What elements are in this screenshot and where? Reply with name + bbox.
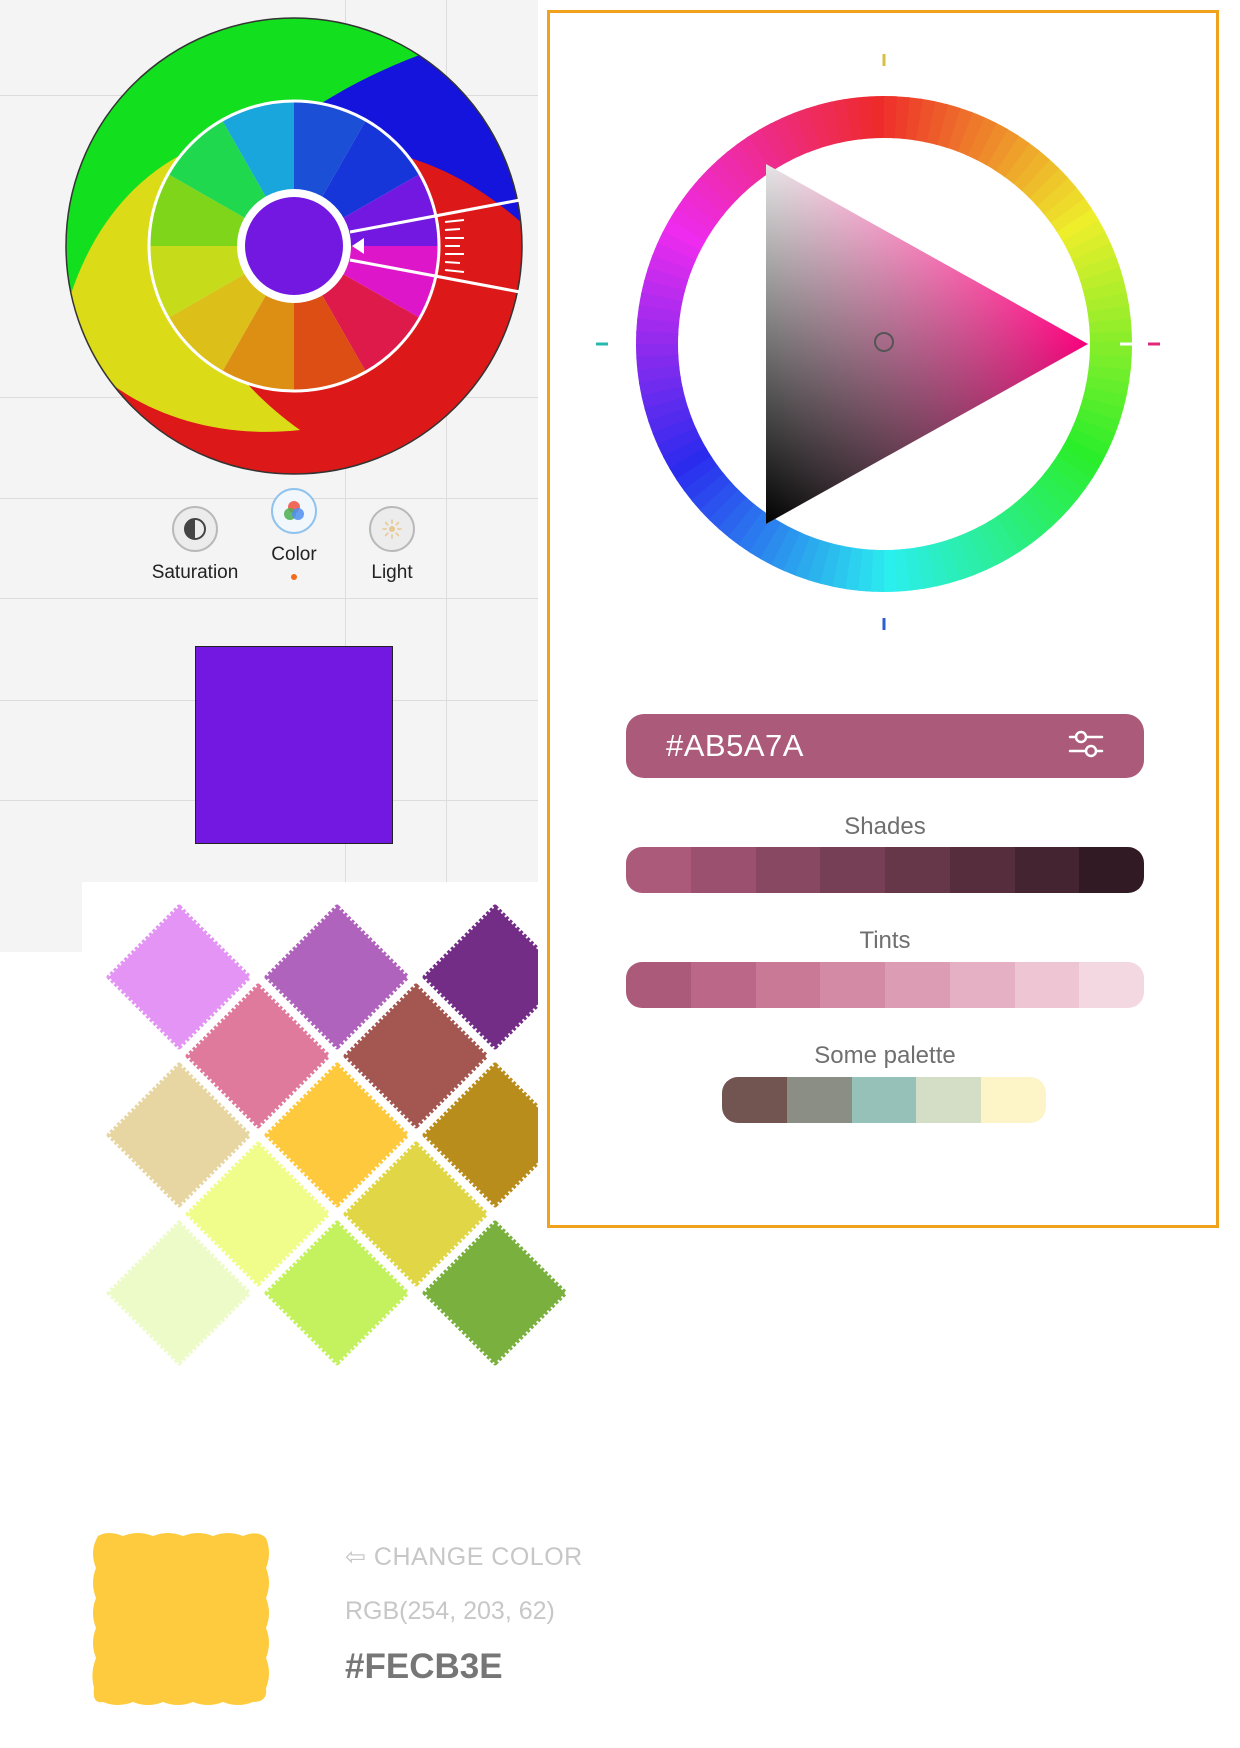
palette-swatch[interactable] [916,1077,982,1123]
tint-swatch[interactable] [626,962,691,1008]
tint-swatch[interactable] [1014,962,1080,1008]
light-label: Light [371,562,413,583]
sliders-icon[interactable] [1068,728,1104,765]
saturation-mode-button[interactable]: Saturation [145,506,245,584]
tints-row[interactable] [626,962,1144,1008]
hex-value[interactable]: #AB5A7A [666,728,804,764]
contrast-icon [172,506,218,552]
selected-swatch [92,1533,270,1705]
palette-swatch[interactable] [851,1077,917,1123]
light-mode-button[interactable]: Light [342,506,442,584]
palette-swatch[interactable] [722,1077,787,1123]
color-mode-button[interactable]: Color [244,488,344,580]
back-arrow-icon: ⇦ [345,1543,367,1571]
tint-swatch[interactable] [755,962,821,1008]
hue-wheel[interactable] [60,10,540,490]
tint-swatch[interactable] [1079,962,1144,1008]
palette-row[interactable] [722,1077,1046,1123]
saturation-label: Saturation [151,562,239,583]
palette-swatch[interactable] [786,1077,852,1123]
shade-swatch[interactable] [690,847,756,893]
shade-swatch[interactable] [949,847,1015,893]
palette-heading: Some palette [814,1042,956,1069]
shade-swatch[interactable] [755,847,821,893]
change-color-link[interactable]: ⇦ CHANGE COLOR [345,1542,583,1572]
shade-swatch[interactable] [1014,847,1080,893]
shade-swatch[interactable] [1079,847,1144,893]
selected-color-preview [195,646,393,844]
shades-row[interactable] [626,847,1144,893]
palette-swatch[interactable] [981,1077,1046,1123]
tint-swatch[interactable] [820,962,885,1008]
grid-line [0,598,538,599]
hex-value-bar[interactable]: #AB5A7A [626,714,1144,778]
rgb-value: RGB(254, 203, 62) [345,1597,555,1625]
selected-color-dot [245,197,343,295]
shade-swatch[interactable] [885,847,950,893]
change-color-label: CHANGE COLOR [373,1543,583,1571]
tint-swatch[interactable] [690,962,756,1008]
sun-icon [369,506,415,552]
hue-ring-picker[interactable] [590,48,1180,638]
tints-heading: Tints [859,927,911,954]
color-label: Color [271,544,317,565]
shade-swatch[interactable] [626,847,691,893]
hex-code: #FECB3E [345,1647,503,1686]
tint-swatch[interactable] [949,962,1015,1008]
shades-heading: Shades [844,813,926,840]
tint-swatch[interactable] [885,962,950,1008]
active-indicator-dot [291,574,297,580]
rgb-circles-icon [271,488,317,534]
shade-swatch[interactable] [820,847,885,893]
saturation-lightness-triangle[interactable] [766,164,1088,524]
